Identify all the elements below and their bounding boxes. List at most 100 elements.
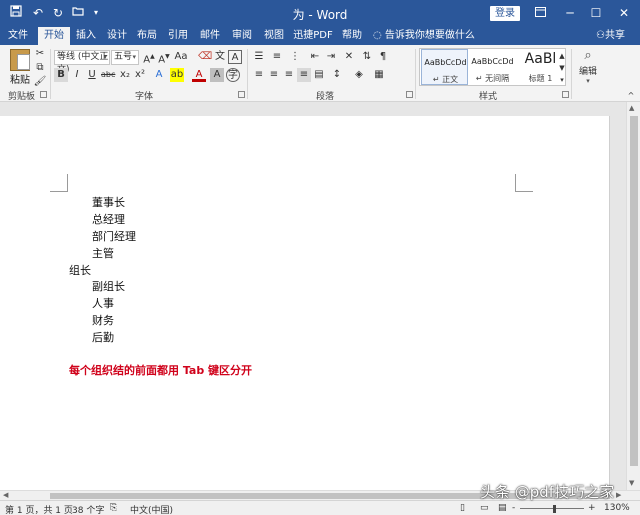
styles-gallery: AaBbCcDd ↵ 正文 AaBbCcDd ↵ 无间隔 AaBl 标题 1 [419, 48, 566, 86]
web-layout-icon[interactable]: ▤ [498, 503, 507, 513]
strikethrough-icon[interactable]: abc [101, 68, 115, 82]
group-divider [50, 49, 51, 99]
vertical-scroll-thumb[interactable] [630, 116, 638, 466]
read-mode-icon[interactable]: ▯ [460, 503, 465, 513]
collapse-ribbon-icon[interactable]: ^ [624, 89, 638, 103]
phonetic-guide-icon[interactable]: 文 [213, 50, 227, 64]
status-bar: 第 1 页，共 1 页 38 个字 ⎘ 中文(中国) ▯ ▭ ▤ - + 130… [0, 500, 640, 515]
align-right-icon[interactable]: ≡ [282, 68, 296, 82]
format-painter-icon[interactable]: 🖌 [33, 75, 47, 89]
close-icon[interactable]: ✕ [614, 4, 634, 22]
multilevel-list-icon[interactable]: ⋮ [288, 50, 302, 64]
chevron-down-icon: ▾ [103, 53, 107, 61]
scroll-up-icon[interactable]: ▲ [629, 104, 634, 112]
highlight-icon[interactable]: ab [170, 68, 184, 82]
grow-font-icon[interactable]: A▲ [142, 50, 156, 65]
doc-line: 主管 [92, 247, 114, 260]
style-normal[interactable]: AaBbCcDd ↵ 正文 [421, 49, 468, 85]
font-name-select[interactable]: 等线 (中文正文)▾ [54, 50, 110, 75]
tab-mailings[interactable]: 邮件 [196, 27, 224, 45]
maximize-icon[interactable]: ☐ [586, 4, 606, 22]
enclose-characters-icon[interactable]: 字 [226, 68, 240, 82]
superscript-icon[interactable]: x² [133, 68, 147, 82]
line-spacing-icon[interactable]: ↕ [330, 68, 344, 82]
document-page[interactable]: 董事长 总经理 部门经理 主管 组长 副组长 人事 财务 后勤 每个组织结的前面… [0, 116, 610, 490]
styles-launcher-icon[interactable] [562, 91, 569, 98]
paste-icon[interactable] [10, 49, 30, 71]
page-info[interactable]: 第 1 页，共 1 页 [5, 503, 73, 515]
chinese-layout-icon[interactable]: ✕ [342, 50, 356, 64]
show-formatting-icon[interactable]: ¶ [376, 50, 390, 64]
character-shading-icon[interactable]: A [210, 68, 224, 82]
align-left-icon[interactable]: ≡ [252, 68, 266, 82]
font-launcher-icon[interactable] [238, 91, 245, 98]
tab-references[interactable]: 引用 [164, 27, 192, 45]
bold-icon[interactable]: B [54, 68, 68, 82]
text-effects-icon[interactable]: A [152, 68, 166, 82]
sort-icon[interactable]: ⇅ [360, 50, 374, 64]
doc-line: 财务 [92, 314, 114, 327]
decrease-indent-icon[interactable]: ⇤ [308, 50, 322, 64]
tab-file[interactable]: 文件 [4, 27, 32, 45]
change-case-icon[interactable]: Aa [174, 50, 188, 64]
bullets-icon[interactable]: ☰ [252, 50, 266, 64]
font-size-select[interactable]: 五号 ▾ [111, 50, 139, 65]
margin-corner-mark [515, 174, 533, 192]
zoom-level[interactable]: 130% [604, 503, 630, 513]
tab-insert[interactable]: 插入 [72, 27, 100, 45]
tab-help[interactable]: 帮助 [338, 27, 366, 45]
distributed-icon[interactable]: ▤ [312, 68, 326, 82]
zoom-in-button[interactable]: + [588, 503, 596, 513]
vertical-scrollbar[interactable]: ▲ ▼ [626, 102, 640, 490]
tab-layout[interactable]: 布局 [133, 27, 161, 45]
styles-more-icon[interactable]: ▾ [555, 73, 569, 87]
ribbon-display-icon[interactable] [530, 4, 550, 22]
paste-label[interactable]: 粘贴 [10, 71, 30, 86]
tab-home[interactable]: 开始 [38, 27, 70, 45]
language-indicator[interactable]: 中文(中国) [130, 503, 173, 515]
tab-design[interactable]: 设计 [103, 27, 131, 45]
character-border-icon[interactable]: A [228, 50, 242, 64]
underline-icon[interactable]: U [85, 68, 99, 82]
justify-icon[interactable]: ≡ [297, 68, 311, 82]
zoom-slider-thumb[interactable] [553, 505, 557, 513]
align-center-icon[interactable]: ≡ [267, 68, 281, 82]
zoom-out-button[interactable]: - [512, 503, 515, 513]
scroll-left-icon[interactable]: ◀ [3, 491, 8, 499]
numbering-icon[interactable]: ≡ [270, 50, 284, 64]
tab-view[interactable]: 视图 [260, 27, 288, 45]
print-layout-icon[interactable]: ▭ [480, 503, 489, 513]
tab-review[interactable]: 审阅 [228, 27, 256, 45]
style-name: ↵ 无间隔 [475, 74, 510, 83]
font-color-icon[interactable]: A [192, 68, 206, 82]
login-button[interactable]: 登录 [490, 6, 520, 21]
copy-icon[interactable]: ⧉ [33, 61, 47, 75]
font-size-value: 五号 [114, 52, 133, 62]
doc-line: 董事长 [92, 196, 125, 209]
minimize-icon[interactable]: ─ [560, 4, 580, 22]
shading-icon[interactable]: ◈ [352, 68, 366, 82]
watermark: 头条 @pdf技巧之家 [480, 483, 615, 501]
clear-formatting-icon[interactable]: ⌫ [198, 50, 212, 64]
scroll-down-icon[interactable]: ▼ [629, 479, 634, 487]
ribbon-tabs: 文件 开始 插入 设计 布局 引用 邮件 审阅 视图 迅捷PDF 帮助 ◌ 告诉… [0, 27, 640, 45]
cut-icon[interactable]: ✂ [33, 47, 47, 61]
proofing-icon[interactable]: ⎘ [110, 503, 117, 513]
style-preview: AaBbCcDd [424, 58, 467, 67]
paragraph-launcher-icon[interactable] [406, 91, 413, 98]
increase-indent-icon[interactable]: ⇥ [324, 50, 338, 64]
share-button[interactable]: ⚇共享 [596, 27, 625, 45]
scroll-right-icon[interactable]: ▶ [616, 491, 621, 499]
style-no-spacing[interactable]: AaBbCcDd ↵ 无间隔 [469, 49, 516, 85]
shrink-font-icon[interactable]: A▼ [157, 50, 171, 65]
subscript-icon[interactable]: x₂ [118, 68, 132, 82]
zoom-slider[interactable] [520, 508, 584, 509]
italic-icon[interactable]: I [70, 68, 84, 82]
borders-icon[interactable]: ▦ [372, 68, 386, 82]
tab-pdf[interactable]: 迅捷PDF [292, 27, 334, 45]
style-name: ↵ 正文 [432, 75, 459, 84]
clipboard-launcher-icon[interactable] [40, 91, 47, 98]
tell-me-box[interactable]: ◌ 告诉我你想要做什么 [373, 27, 475, 45]
editing-button[interactable]: ⌕ 编辑 ▾ [575, 48, 601, 85]
word-count[interactable]: 38 个字 [72, 503, 104, 515]
